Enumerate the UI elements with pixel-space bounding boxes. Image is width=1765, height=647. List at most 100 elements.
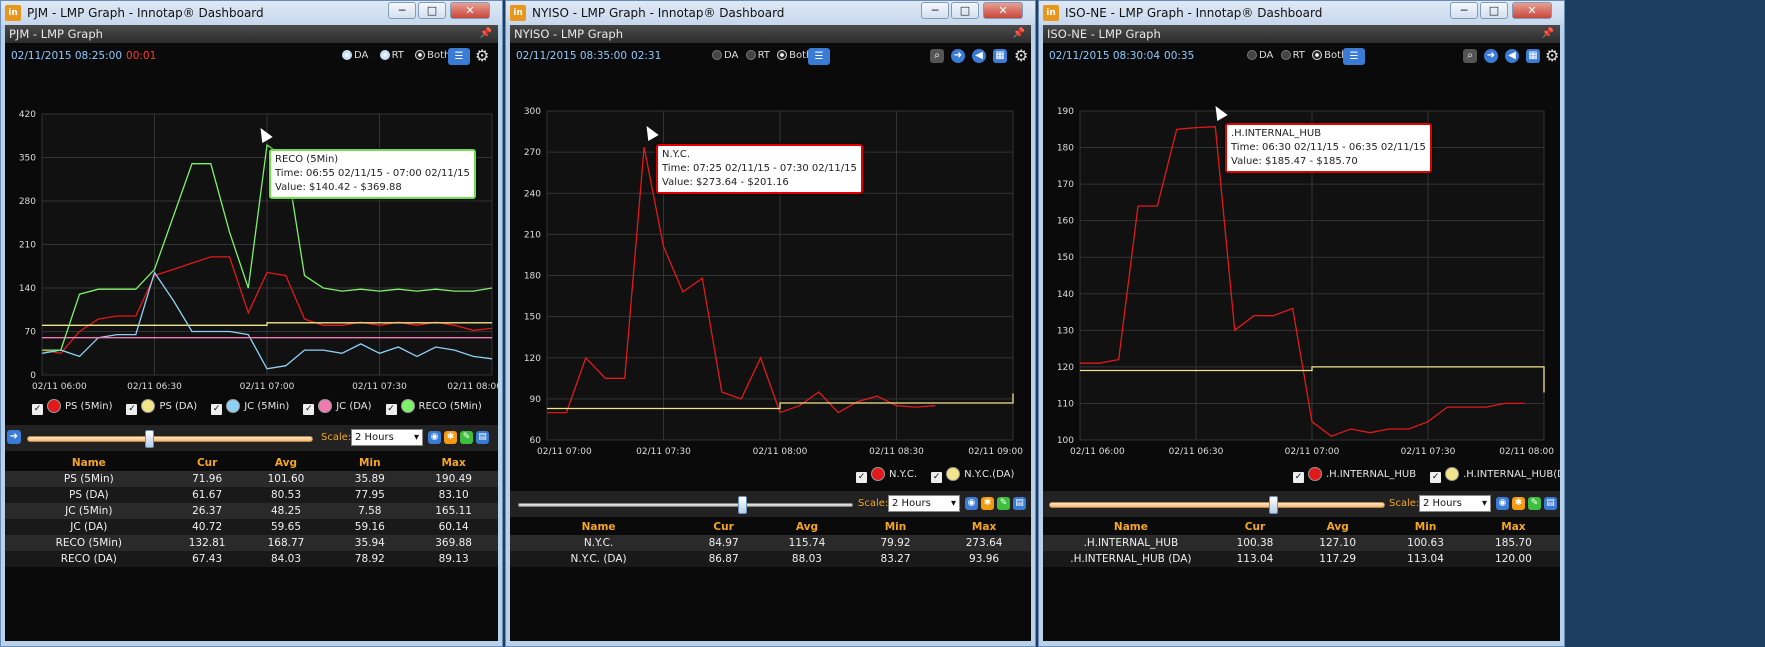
export-icon[interactable]: ✱ xyxy=(444,431,457,444)
edit-icon[interactable]: ✎ xyxy=(1528,497,1541,510)
table-row[interactable]: JC (DA) 40.72 59.65 59.16 60.14 xyxy=(5,519,498,535)
maximize-button[interactable]: □ xyxy=(418,2,446,19)
eye-icon[interactable]: ◉ xyxy=(428,431,441,444)
scale-select[interactable]: 2 Hours ▾ xyxy=(888,495,960,512)
column-header[interactable]: Min xyxy=(330,455,409,471)
edit-icon[interactable]: ✎ xyxy=(997,497,1010,510)
scale-select[interactable]: 2 Hours ▾ xyxy=(351,429,423,446)
legend-item[interactable]: ✓ RECO (5Min) xyxy=(385,399,482,415)
radio-da[interactable] xyxy=(712,50,722,60)
pin-icon[interactable]: 📌 xyxy=(1542,25,1554,43)
legend-checkbox[interactable]: ✓ xyxy=(32,404,43,415)
maximize-button[interactable]: □ xyxy=(1480,2,1508,19)
eye-icon[interactable]: ◉ xyxy=(965,497,978,510)
table-row[interactable]: .H.INTERNAL_HUB (DA) 113.04 117.29 113.04 12… xyxy=(1043,551,1560,567)
table-row[interactable]: JC (5Min) 26.37 48.25 7.58 165.11 xyxy=(5,503,498,519)
column-header[interactable]: Name xyxy=(1043,519,1219,535)
column-header[interactable]: Max xyxy=(409,455,498,471)
zoom-icon[interactable]: ⌕ xyxy=(1463,49,1477,63)
gear-icon[interactable]: ⚙ xyxy=(1014,47,1028,65)
pin-icon[interactable]: 📌 xyxy=(1013,25,1025,43)
eye-icon[interactable]: ◉ xyxy=(1496,497,1509,510)
arrow-right-icon[interactable]: ➜ xyxy=(7,430,21,444)
time-slider-thumb[interactable] xyxy=(1269,496,1278,514)
legend-item[interactable]: ✓ PS (DA) xyxy=(126,399,197,415)
time-slider-thumb[interactable] xyxy=(145,430,154,448)
column-header[interactable]: Cur xyxy=(173,455,242,471)
scale-select[interactable]: 2 Hours ▾ xyxy=(1419,495,1491,512)
legend-item[interactable]: ✓ .H.INTERNAL_HUB(DA) xyxy=(1430,467,1560,483)
time-slider-track[interactable] xyxy=(1049,502,1385,508)
column-header[interactable]: Avg xyxy=(242,455,331,471)
list-menu-button[interactable]: ☰ xyxy=(448,48,470,65)
export-icon[interactable]: ✱ xyxy=(1512,497,1525,510)
time-slider-track[interactable] xyxy=(27,436,313,442)
maximize-button[interactable]: □ xyxy=(951,2,979,19)
sound-icon[interactable]: ◀ xyxy=(1505,49,1519,63)
legend-item[interactable]: ✓ N.Y.C.(DA) xyxy=(931,467,1014,483)
column-header[interactable]: Name xyxy=(5,455,173,471)
pin-icon[interactable]: 📌 xyxy=(480,25,492,43)
close-button[interactable]: ✕ xyxy=(1512,2,1552,19)
column-header[interactable]: Cur xyxy=(1219,519,1291,535)
legend-checkbox[interactable]: ✓ xyxy=(303,404,315,415)
gear-icon[interactable]: ⚙ xyxy=(1545,47,1559,65)
time-slider-thumb[interactable] xyxy=(738,496,747,514)
table-icon[interactable]: ▤ xyxy=(1544,497,1557,510)
radio-both[interactable] xyxy=(777,50,788,60)
radio-rt[interactable] xyxy=(379,50,390,60)
window-titlebar[interactable]: in ISO-NE - LMP Graph - Innotap® Dashboa… xyxy=(1039,1,1564,25)
column-header[interactable]: Max xyxy=(1467,519,1560,535)
arrow-right-icon[interactable]: ➜ xyxy=(951,49,965,63)
radio-both[interactable] xyxy=(1312,50,1323,60)
window-titlebar[interactable]: in PJM - LMP Graph - Innotap® Dashboard … xyxy=(1,1,502,25)
legend-item[interactable]: ✓ JC (5Min) xyxy=(211,399,289,415)
legend-checkbox[interactable]: ✓ xyxy=(126,404,138,415)
close-button[interactable]: ✕ xyxy=(450,2,490,19)
table-row[interactable]: N.Y.C. (DA) 86.87 88.03 83.27 93.96 xyxy=(510,551,1031,567)
chart-icon[interactable]: ▦ xyxy=(1526,49,1540,63)
minimize-button[interactable]: ─ xyxy=(1450,2,1478,19)
arrow-right-icon[interactable]: ➜ xyxy=(1484,49,1498,63)
radio-both[interactable] xyxy=(415,50,426,60)
table-row[interactable]: N.Y.C. 84.97 115.74 79.92 273.64 xyxy=(510,535,1031,551)
table-icon[interactable]: ▤ xyxy=(1013,497,1026,510)
radio-da[interactable] xyxy=(342,50,352,60)
column-header[interactable]: Max xyxy=(937,519,1031,535)
list-menu-button[interactable]: ☰ xyxy=(808,48,830,65)
sound-icon[interactable]: ◀ xyxy=(972,49,986,63)
minimize-button[interactable]: ─ xyxy=(921,2,949,19)
column-header[interactable]: Cur xyxy=(687,519,760,535)
zoom-icon[interactable]: ⌕ xyxy=(930,49,944,63)
column-header[interactable]: Avg xyxy=(760,519,854,535)
column-header[interactable]: Min xyxy=(854,519,937,535)
legend-checkbox[interactable]: ✓ xyxy=(931,472,943,483)
radio-rt[interactable] xyxy=(1280,50,1291,60)
radio-rt[interactable] xyxy=(745,50,756,60)
close-button[interactable]: ✕ xyxy=(983,2,1023,19)
table-row[interactable]: RECO (5Min) 132.81 168.77 35.94 369.88 xyxy=(5,535,498,551)
chart-icon[interactable]: ▦ xyxy=(993,49,1007,63)
column-header[interactable]: Avg xyxy=(1291,519,1384,535)
legend-checkbox[interactable]: ✓ xyxy=(1430,472,1442,483)
table-row[interactable]: .H.INTERNAL_HUB 100.38 127.10 100.63 185.70 xyxy=(1043,535,1560,551)
minimize-button[interactable]: ─ xyxy=(388,2,416,19)
legend-item[interactable]: ✓ PS (5Min) xyxy=(32,399,112,415)
legend-checkbox[interactable]: ✓ xyxy=(211,404,223,415)
column-header[interactable]: Name xyxy=(510,519,687,535)
window-titlebar[interactable]: in NYISO - LMP Graph - Innotap® Dashboar… xyxy=(506,1,1035,25)
legend-checkbox[interactable]: ✓ xyxy=(1293,472,1304,483)
legend-checkbox[interactable]: ✓ xyxy=(856,472,867,483)
list-menu-button[interactable]: ☰ xyxy=(1343,48,1365,65)
legend-checkbox[interactable]: ✓ xyxy=(385,404,397,415)
table-row[interactable]: PS (5Min) 71.96 101.60 35.89 190.49 xyxy=(5,471,498,487)
time-slider-track[interactable] xyxy=(518,503,853,507)
legend-item[interactable]: ✓ JC (DA) xyxy=(303,399,372,415)
table-row[interactable]: RECO (DA) 67.43 84.03 78.92 89.13 xyxy=(5,551,498,567)
table-row[interactable]: PS (DA) 61.67 80.53 77.95 83.10 xyxy=(5,487,498,503)
gear-icon[interactable]: ⚙ xyxy=(475,47,489,65)
export-icon[interactable]: ✱ xyxy=(981,497,994,510)
legend-item[interactable]: ✓ .H.INTERNAL_HUB xyxy=(1293,467,1416,483)
table-icon[interactable]: ▤ xyxy=(476,431,489,444)
column-header[interactable]: Min xyxy=(1384,519,1467,535)
